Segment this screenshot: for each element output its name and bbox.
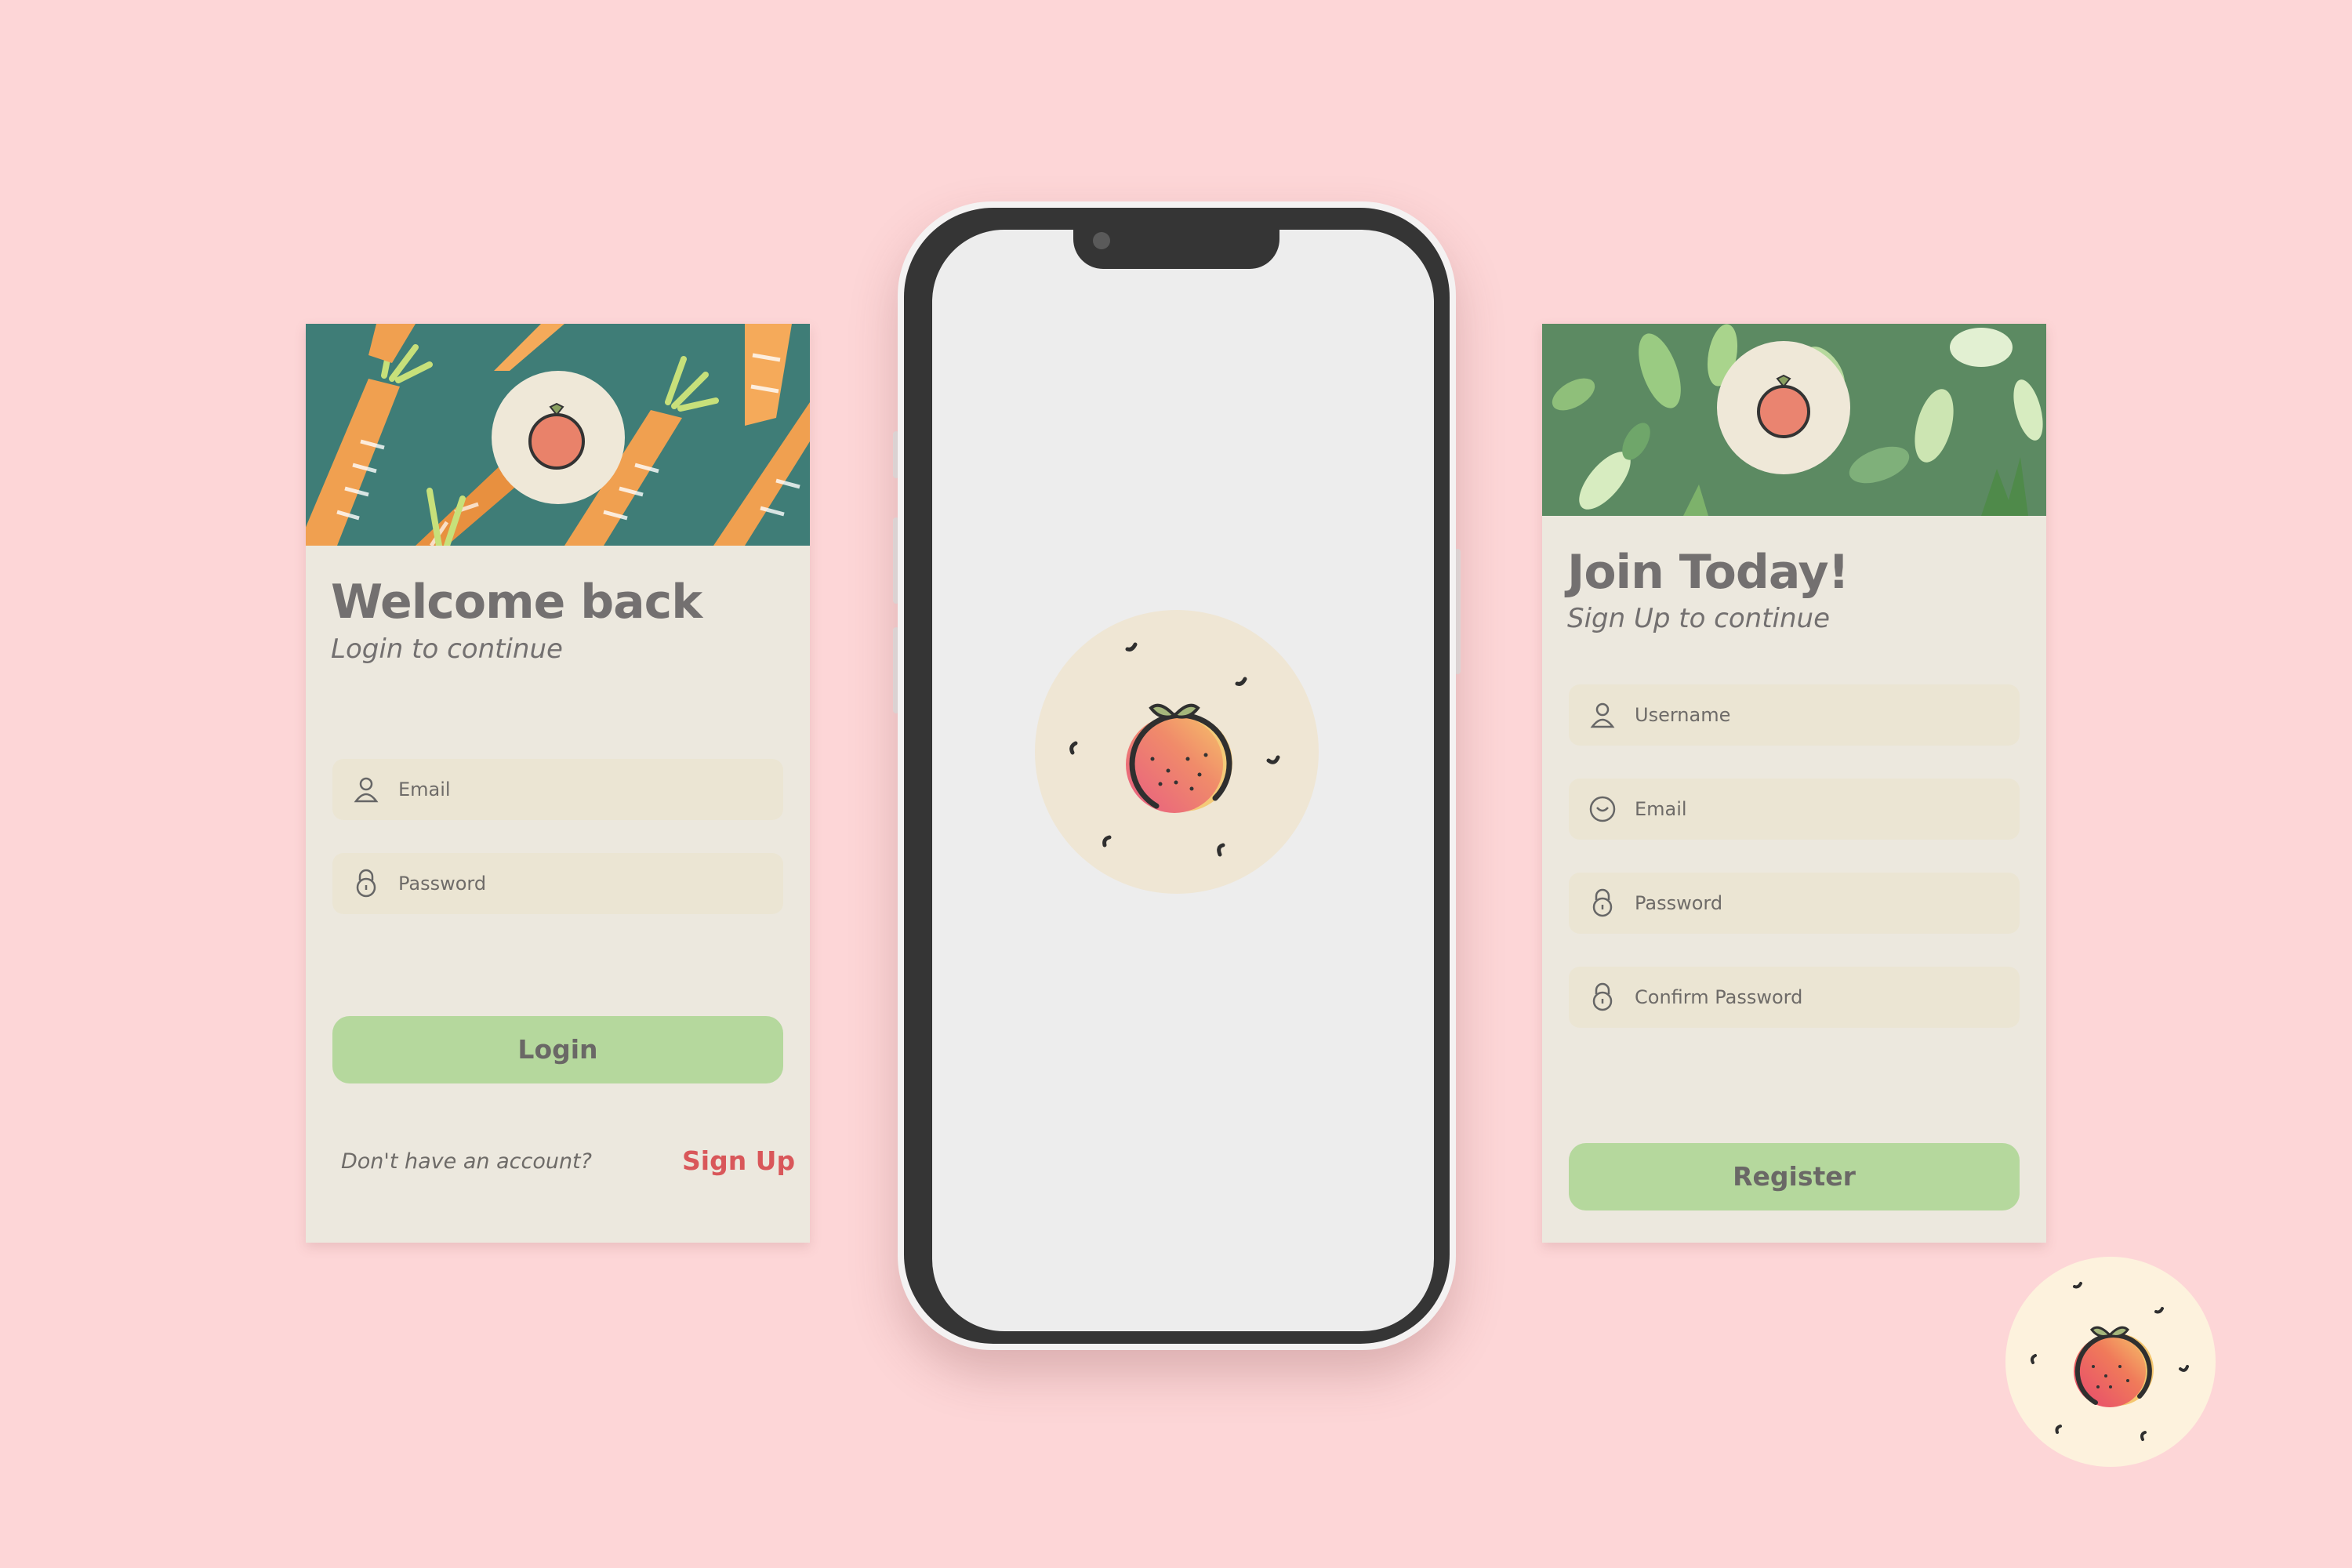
password-field[interactable]: Password — [332, 853, 783, 914]
username-field[interactable]: Username — [1569, 684, 2020, 746]
signup-subtitle: Sign Up to continue — [1567, 603, 1831, 634]
signup-card: Join Today! Sign Up to continue Username… — [1542, 324, 2046, 1243]
lock-icon — [1592, 982, 1613, 1011]
signup-password-field-placeholder: Password — [1635, 892, 1723, 914]
signup-email-field[interactable]: Email — [1569, 779, 2020, 840]
confirm-password-field-placeholder: Confirm Password — [1635, 986, 1803, 1008]
signup-title: Join Today! — [1567, 545, 1849, 600]
user-icon — [1590, 702, 1615, 728]
splash-fruit-logo — [1035, 610, 1319, 894]
lock-icon — [356, 869, 376, 898]
email-field-placeholder: Email — [398, 779, 451, 800]
login-card: Welcome back Login to continue Email Pas… — [306, 324, 810, 1243]
username-field-placeholder: Username — [1635, 704, 1731, 726]
login-button[interactable]: Login — [332, 1016, 783, 1083]
email-field[interactable]: Email — [332, 759, 783, 820]
register-button[interactable]: Register — [1569, 1143, 2020, 1210]
user-icon — [354, 777, 379, 803]
login-subtitle: Login to continue — [331, 633, 563, 665]
leaves-header-image — [1542, 324, 2046, 516]
signup-email-field-placeholder: Email — [1635, 798, 1687, 820]
no-account-prompt: Don't have an account? — [341, 1149, 592, 1174]
signup-password-field[interactable]: Password — [1569, 873, 2020, 934]
smiley-icon — [1589, 796, 1616, 822]
lock-icon — [1592, 888, 1613, 917]
carrot-header-image — [306, 324, 810, 546]
phone-camera — [1093, 232, 1110, 249]
login-title: Welcome back — [331, 575, 702, 630]
sign-up-link[interactable]: Sign Up — [682, 1145, 795, 1176]
corner-fruit-logo — [2005, 1257, 2216, 1467]
password-field-placeholder: Password — [398, 873, 487, 895]
confirm-password-field[interactable]: Confirm Password — [1569, 967, 2020, 1028]
